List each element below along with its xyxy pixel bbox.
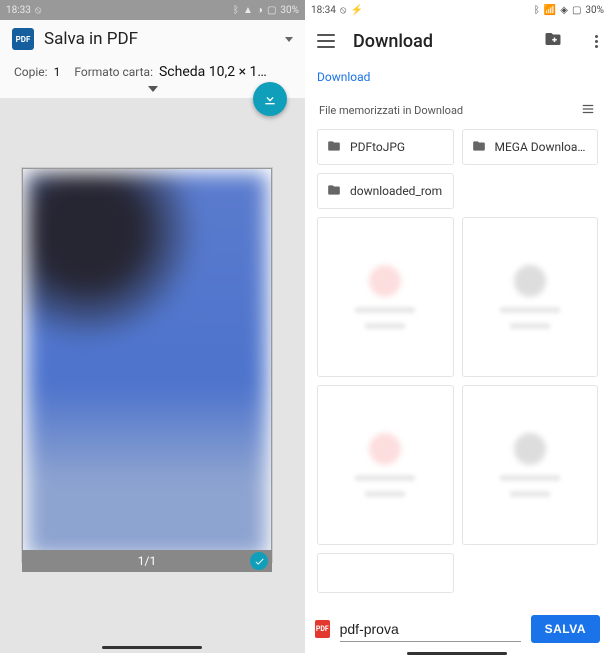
- nav-handle[interactable]: [407, 652, 507, 655]
- folder-icon: [326, 139, 342, 156]
- file-thumb: [369, 433, 401, 465]
- menu-icon[interactable]: [317, 34, 335, 48]
- file-name-placeholder: [500, 307, 560, 313]
- folder-icon: [471, 139, 487, 156]
- dnd-icon: ⦸: [340, 5, 347, 16]
- copies-value[interactable]: 1: [54, 65, 61, 79]
- folder-label: MEGA Downloa…: [495, 140, 586, 154]
- folder-item[interactable]: MEGA Downloa…: [462, 129, 599, 165]
- folder-label: PDFtoJPG: [350, 140, 405, 154]
- page-selected-check[interactable]: [250, 552, 268, 570]
- pdf-app-icon: PDF: [12, 28, 34, 50]
- signal-icon: 📶: [544, 5, 556, 16]
- file-name-placeholder: [355, 307, 415, 313]
- pdf-type-icon: PDF: [315, 620, 330, 638]
- dnd-icon: ⦸: [35, 5, 42, 16]
- bluetooth-icon: ᛒ: [534, 5, 540, 16]
- file-item[interactable]: [462, 385, 599, 545]
- signal-icon: ▲: [243, 5, 253, 16]
- bluetooth-icon: ᛒ: [233, 5, 239, 16]
- wifi-icon: ◈: [560, 5, 568, 16]
- chevron-down-icon[interactable]: [285, 37, 293, 42]
- print-destination-title: Salva in PDF: [44, 29, 275, 49]
- format-label: Formato carta:: [74, 65, 153, 79]
- file-picker-titlebar: Download: [305, 20, 610, 62]
- file-meta-placeholder: [510, 323, 550, 329]
- filename-input[interactable]: [340, 617, 521, 642]
- picker-title: Download: [353, 31, 525, 52]
- print-destination-row[interactable]: PDF Salva in PDF: [0, 20, 305, 58]
- format-value[interactable]: Scheda 10,2 × 1…: [159, 64, 291, 80]
- check-icon: [254, 556, 265, 567]
- battery-icon: ▢: [267, 5, 276, 16]
- new-folder-button[interactable]: [543, 30, 563, 52]
- battery-icon: ▢: [572, 5, 581, 16]
- breadcrumb[interactable]: Download: [305, 62, 610, 88]
- folder-grid: PDFtoJPG MEGA Downloa… downloaded_rom: [305, 123, 610, 599]
- save-bar: PDF SALVA: [305, 615, 610, 643]
- file-item[interactable]: [317, 553, 454, 593]
- folder-label: downloaded_rom: [350, 184, 442, 198]
- print-preview: 1/1: [0, 98, 305, 653]
- chevron-down-icon: [148, 86, 158, 92]
- files-section-header: File memorizzati in Download: [305, 88, 610, 123]
- file-thumb: [514, 433, 546, 465]
- save-button[interactable]: SALVA: [531, 615, 600, 643]
- page-indicator: 1/1: [138, 554, 156, 568]
- battery-pct: 30%: [585, 5, 604, 16]
- nav-handle[interactable]: [102, 646, 202, 649]
- file-item[interactable]: [462, 217, 599, 377]
- file-thumb: [514, 265, 546, 297]
- file-item[interactable]: [317, 217, 454, 377]
- file-meta-placeholder: [365, 323, 405, 329]
- wifi-icon: ◑: [257, 5, 263, 16]
- status-bar: 18:33 ⦸ ᛒ ▲ ◑ ▢ 30%: [0, 0, 305, 20]
- page-thumbnail[interactable]: [22, 168, 272, 562]
- file-name-placeholder: [355, 475, 415, 481]
- folder-icon: [326, 183, 342, 200]
- file-meta-placeholder: [365, 491, 405, 497]
- battery-pct: 30%: [280, 5, 299, 16]
- folder-item[interactable]: PDFtoJPG: [317, 129, 454, 165]
- print-options: Copie: 1 Formato carta: Scheda 10,2 × 1…: [0, 58, 305, 86]
- file-name-placeholder: [500, 475, 560, 481]
- download-pdf-icon: [262, 91, 278, 107]
- overflow-menu[interactable]: [595, 35, 598, 48]
- save-pdf-fab[interactable]: [253, 82, 287, 116]
- status-time: 18:34: [311, 5, 336, 16]
- list-view-toggle[interactable]: [580, 102, 596, 119]
- folder-item[interactable]: downloaded_rom: [317, 173, 454, 209]
- file-thumb: [369, 265, 401, 297]
- page-indicator-bar: 1/1: [22, 550, 272, 572]
- status-time: 18:33: [6, 5, 31, 16]
- file-meta-placeholder: [510, 491, 550, 497]
- section-label: File memorizzati in Download: [319, 104, 463, 117]
- status-bar: 18:34 ⦸ ⚡ ᛒ 📶 ◈ ▢ 30%: [305, 0, 610, 20]
- file-item[interactable]: [317, 385, 454, 545]
- copies-label: Copie:: [14, 65, 48, 79]
- page-image: [27, 173, 267, 557]
- charge-icon: ⚡: [350, 5, 362, 16]
